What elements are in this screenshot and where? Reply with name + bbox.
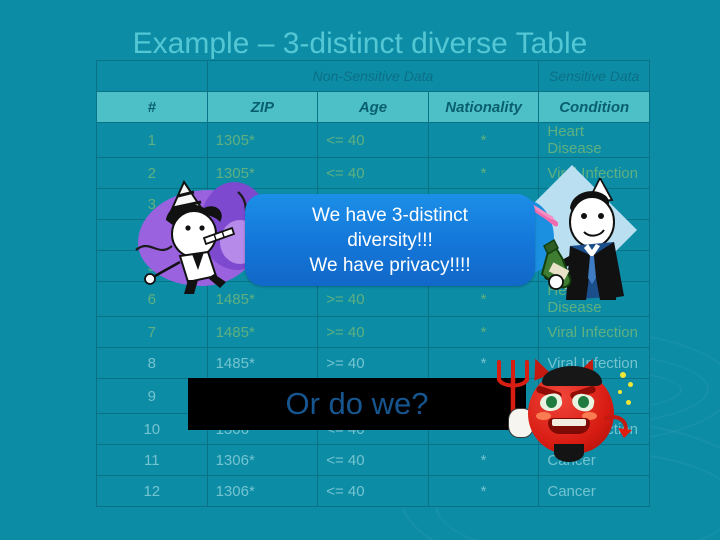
table-column-header-row: # ZIP Age Nationality Condition — [96, 91, 650, 123]
devil-goatee — [554, 444, 584, 462]
cell-age: >= 40 — [317, 316, 429, 348]
sparkle-icon — [618, 390, 622, 394]
table-row: 1 1305* <= 40 * Heart Disease — [96, 122, 650, 158]
sparkle-icon — [620, 372, 626, 378]
cell-num: 7 — [96, 316, 208, 348]
devil-teeth — [552, 419, 586, 426]
table-group-header-row: Non-Sensitive Data Sensitive Data — [96, 60, 650, 92]
cell-age: >= 40 — [317, 281, 429, 317]
cell-num: 11 — [96, 444, 208, 476]
cell-zip: 1306* — [206, 475, 319, 507]
cell-num: 8 — [96, 347, 208, 379]
cell-nationality: * — [427, 316, 540, 348]
column-header-zip: ZIP — [206, 91, 319, 123]
devil-pupil — [578, 396, 589, 408]
group-header-blank — [96, 60, 208, 92]
column-header-num: # — [96, 91, 208, 123]
devil-mouth — [548, 418, 590, 434]
column-header-nationality: Nationality — [427, 91, 540, 123]
group-header-non-sensitive: Non-Sensitive Data — [206, 60, 540, 92]
banner-text: Or do we? — [285, 386, 429, 421]
slide-canvas: Example – 3-distinct diverse Table Non-S… — [0, 0, 720, 540]
page-title: Example – 3-distinct diverse Table — [132, 27, 588, 60]
devil-pupil — [546, 396, 557, 408]
cell-condition: Cancer — [538, 475, 650, 507]
cell-nationality: * — [427, 122, 540, 158]
column-header-age: Age — [317, 91, 429, 123]
cell-num: 1 — [96, 122, 208, 158]
cell-condition: Viral Infection — [538, 316, 650, 348]
table-row: 7 1485* >= 40 * Viral Infection — [96, 316, 650, 348]
cell-age: <= 40 — [317, 475, 429, 507]
or-do-we-banner: Or do we? — [188, 378, 526, 430]
sparkle-icon — [626, 400, 631, 405]
cell-age: <= 40 — [317, 122, 429, 158]
speech-bubble: We have 3-distinct diversity!!! We have … — [245, 194, 535, 286]
speech-bubble-text: We have 3-distinct diversity!!! We have … — [309, 204, 471, 276]
column-header-condition: Condition — [538, 91, 650, 123]
cell-age: >= 40 — [317, 347, 429, 379]
cell-condition: Heart Disease — [538, 122, 650, 158]
cell-zip: 1306* — [206, 444, 319, 476]
sparkle-icon — [628, 382, 633, 387]
cell-nationality: * — [427, 475, 540, 507]
cell-zip: 1485* — [206, 316, 319, 348]
cell-age: <= 40 — [317, 444, 429, 476]
cell-zip: 1485* — [206, 347, 319, 379]
cell-num: 12 — [96, 475, 208, 507]
cell-age: <= 40 — [317, 157, 429, 189]
table-row: 12 1306* <= 40 * Cancer — [96, 475, 650, 507]
group-header-sensitive: Sensitive Data — [538, 60, 650, 92]
devil-emoji-clipart — [492, 355, 644, 464]
devil-tail-icon — [604, 415, 632, 438]
cell-zip: 1305* — [206, 122, 319, 158]
